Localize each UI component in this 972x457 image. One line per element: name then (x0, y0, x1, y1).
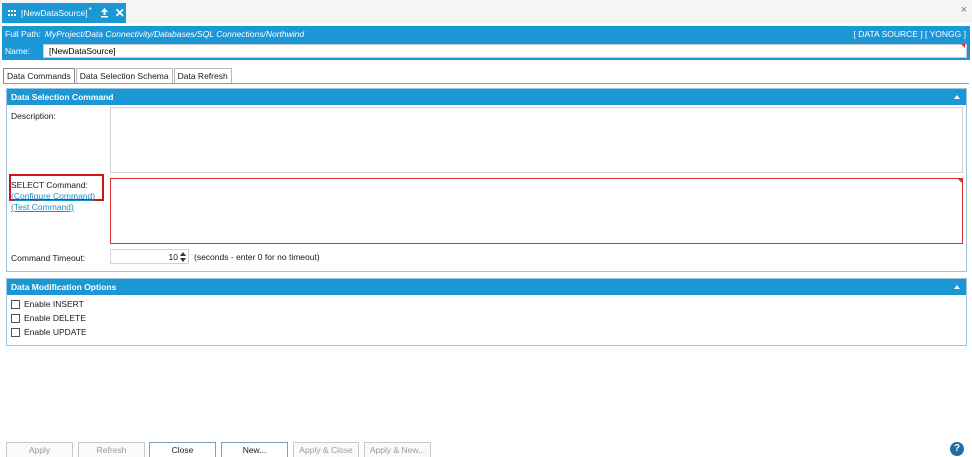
enable-insert-option[interactable]: Enable INSERT (11, 299, 84, 309)
close-button[interactable]: Close (149, 442, 216, 457)
data-source-editor: [NewDataSource] * ✕ × Full Path: MyProje… (0, 0, 972, 457)
configure-command-link[interactable]: (Configure Command) (11, 191, 95, 201)
source-info: [ DATA SOURCE ] [ YONGG ] (853, 29, 966, 39)
description-input[interactable] (110, 107, 963, 173)
name-bar: Name: [NewDataSource] (2, 42, 970, 60)
full-path-label: Full Path: (5, 29, 41, 39)
enable-insert-label: Enable INSERT (24, 299, 84, 309)
collapse-icon[interactable] (954, 285, 960, 289)
apply-close-button[interactable]: Apply & Close (293, 442, 359, 457)
timeout-hint: (seconds - enter 0 for no timeout) (194, 252, 320, 262)
document-tab[interactable]: [NewDataSource] * ✕ (2, 3, 126, 23)
help-icon[interactable]: ? (950, 442, 964, 456)
command-timeout-label: Command Timeout: (11, 253, 86, 263)
enable-insert-checkbox[interactable] (11, 299, 20, 309)
apply-button[interactable]: Apply (6, 442, 73, 457)
tab-close-icon[interactable]: ✕ (115, 7, 125, 19)
full-path-value: MyProject/Data Connectivity/Databases/SQ… (44, 29, 305, 39)
data-selection-title: Data Selection Command (11, 92, 114, 102)
tab-divider (3, 83, 969, 84)
enable-delete-option[interactable]: Enable DELETE (11, 313, 86, 323)
command-timeout-stepper[interactable]: 10 (110, 249, 189, 264)
required-marker (961, 44, 965, 48)
command-timeout-value: 10 (168, 252, 178, 262)
tab-data-commands[interactable]: Data Commands (3, 68, 75, 84)
spinner-arrows-icon[interactable] (180, 252, 186, 262)
document-tab-strip: [NewDataSource] * ✕ × (0, 0, 972, 23)
name-label: Name: (5, 46, 31, 56)
enable-update-label: Enable UPDATE (24, 327, 87, 337)
full-path-bar: Full Path: MyProject/Data Connectivity/D… (2, 26, 970, 42)
select-command-input[interactable] (110, 178, 963, 244)
description-label: Description: (11, 111, 56, 121)
data-selection-panel: Data Selection Command Description: SELE… (6, 88, 967, 272)
collapse-icon[interactable] (954, 95, 960, 99)
enable-update-checkbox[interactable] (11, 327, 20, 337)
button-bar: Apply Refresh Close New... Apply & Close… (0, 441, 972, 457)
editor-tabs: Data Commands Data Selection Schema Data… (3, 68, 233, 84)
refresh-button[interactable]: Refresh (78, 442, 145, 457)
test-command-link[interactable]: (Test Command) (11, 202, 74, 212)
document-tab-title: [NewDataSource] (21, 8, 88, 18)
name-input[interactable]: [NewDataSource] (43, 44, 967, 58)
enable-delete-label: Enable DELETE (24, 313, 86, 323)
modified-marker: * (88, 5, 92, 15)
tab-data-selection-schema[interactable]: Data Selection Schema (75, 68, 173, 83)
data-modification-title: Data Modification Options (11, 282, 117, 292)
grid-icon (8, 10, 16, 16)
enable-update-option[interactable]: Enable UPDATE (11, 327, 87, 337)
new-button[interactable]: New... (221, 442, 288, 457)
error-marker (958, 179, 962, 183)
data-modification-header[interactable]: Data Modification Options (7, 279, 966, 295)
enable-delete-checkbox[interactable] (11, 313, 20, 323)
window-close-icon[interactable]: × (961, 5, 967, 16)
tab-data-refresh[interactable]: Data Refresh (173, 68, 232, 83)
select-command-label: SELECT Command: (11, 180, 88, 190)
pin-icon[interactable] (100, 8, 109, 18)
data-selection-header[interactable]: Data Selection Command (7, 89, 966, 105)
apply-new-button[interactable]: Apply & New... (364, 442, 431, 457)
data-modification-panel: Data Modification Options Enable INSERT … (6, 278, 967, 346)
